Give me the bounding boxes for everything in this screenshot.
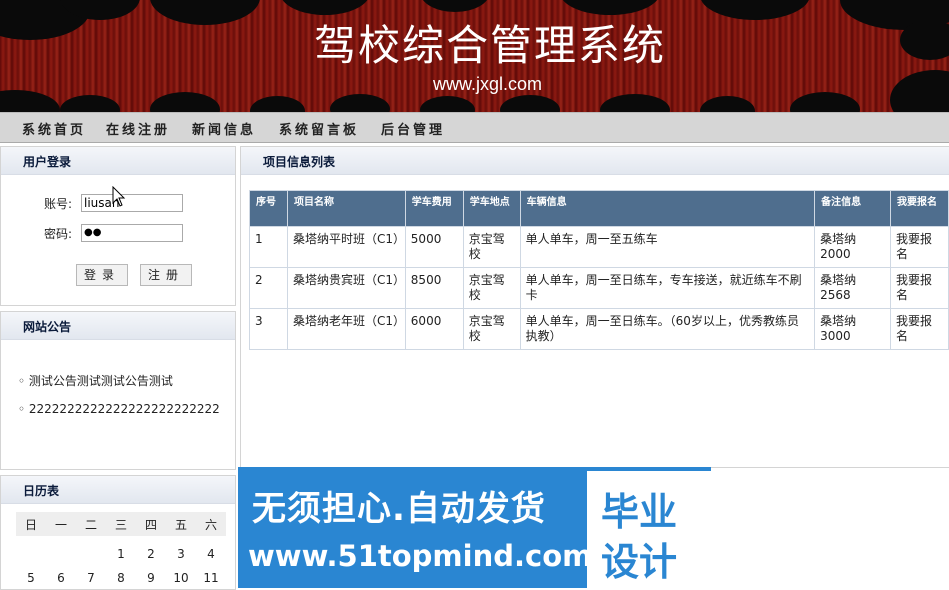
register-button[interactable]: 注册 bbox=[140, 264, 192, 286]
calendar-day[interactable]: 1 bbox=[106, 547, 136, 561]
cell-name: 桑塔纳贵宾班（C1） bbox=[286, 267, 406, 309]
nav-guestbook[interactable]: 系统留言板 bbox=[279, 119, 359, 138]
cell-index: 3 bbox=[249, 308, 288, 350]
weekday-sat: 六 bbox=[204, 518, 217, 532]
col-header-index: 序号 bbox=[249, 190, 288, 227]
password-input[interactable]: ●● bbox=[81, 224, 183, 242]
notice-panel: 网站公告 ◦ 测试公告测试测试公告测试 ◦ 222222222222222222… bbox=[0, 311, 236, 470]
calendar-day[interactable]: 8 bbox=[106, 571, 136, 585]
notice-panel-header: 网站公告 bbox=[1, 312, 235, 340]
col-header-signup: 我要报名 bbox=[890, 190, 949, 227]
col-header-location: 学车地点 bbox=[462, 190, 521, 227]
calendar-day[interactable]: 11 bbox=[196, 571, 226, 585]
table-row: 2 桑塔纳贵宾班（C1） 8500 京宝驾校 单人单车，周一至日练车，专车接送，… bbox=[249, 267, 949, 309]
login-title: 用户登录 bbox=[23, 155, 72, 169]
table-header-row: 序号 项目名称 学车费用 学车地点 车辆信息 备注信息 我要报名 bbox=[249, 190, 949, 227]
calendar-day[interactable]: 10 bbox=[166, 571, 196, 585]
ad-banner[interactable]: 无须担心.自动发货 www.51topmind.com 毕业 设计 bbox=[238, 467, 711, 588]
main-nav: 系统首页 在线注册 新闻信息 系统留言板 后台管理 bbox=[0, 112, 949, 143]
calendar-day[interactable]: 2 bbox=[136, 547, 166, 561]
cell-location: 京宝驾校 bbox=[462, 308, 521, 350]
cell-location: 京宝驾校 bbox=[462, 226, 521, 268]
cell-fee: 5000 bbox=[404, 226, 464, 268]
cursor-icon bbox=[112, 186, 126, 207]
login-button[interactable]: 登录 bbox=[76, 264, 128, 286]
site-title: 驾校综合管理系统 bbox=[313, 21, 666, 70]
cell-remark: 桑塔纳2000 bbox=[814, 226, 892, 268]
cell-location: 京宝驾校 bbox=[462, 267, 521, 309]
ad-logo-line1: 毕业 bbox=[601, 490, 678, 534]
cell-fee: 6000 bbox=[404, 308, 464, 350]
ad-url: www.51topmind.com bbox=[248, 539, 593, 573]
project-list-title: 项目信息列表 bbox=[263, 155, 336, 169]
signup-link[interactable]: 我要报名 bbox=[890, 226, 949, 268]
weekday-thu: 四 bbox=[144, 518, 157, 532]
cell-remark: 桑塔纳3000 bbox=[814, 308, 892, 350]
account-label: 账号: bbox=[44, 197, 73, 211]
col-header-name: 项目名称 bbox=[286, 190, 406, 227]
col-header-fee: 学车费用 bbox=[404, 190, 464, 227]
weekday-tue: 二 bbox=[84, 518, 97, 532]
table-row: 3 桑塔纳老年班（C1） 6000 京宝驾校 单人单车，周一至日练车。（60岁以… bbox=[249, 308, 949, 350]
calendar-title: 日历表 bbox=[23, 484, 60, 498]
notice-title: 网站公告 bbox=[23, 320, 72, 334]
password-label: 密码: bbox=[44, 227, 73, 241]
notice-item[interactable]: ◦ 2222222222222222222222222 bbox=[18, 402, 220, 416]
nav-admin[interactable]: 后台管理 bbox=[381, 119, 445, 138]
notice-item[interactable]: ◦ 测试公告测试测试公告测试 bbox=[18, 372, 173, 389]
cell-vehicle: 单人单车，周一至日练车，专车接送，就近练车不刷卡 bbox=[519, 267, 816, 309]
cell-remark: 桑塔纳2568 bbox=[814, 267, 892, 309]
cell-name: 桑塔纳平时班（C1） bbox=[286, 226, 406, 268]
table-row: 1 桑塔纳平时班（C1） 5000 京宝驾校 单人单车，周一至五练车 桑塔纳20… bbox=[249, 226, 949, 268]
weekday-wed: 三 bbox=[114, 518, 127, 532]
account-input[interactable]: liusan bbox=[81, 194, 183, 212]
nav-home[interactable]: 系统首页 bbox=[22, 119, 86, 138]
nav-register[interactable]: 在线注册 bbox=[106, 119, 170, 138]
cell-vehicle: 单人单车，周一至日练车。（60岁以上，优秀教练员执教） bbox=[519, 308, 816, 350]
cell-index: 2 bbox=[249, 267, 288, 309]
ad-logo-line2: 设计 bbox=[601, 540, 678, 584]
col-header-remark: 备注信息 bbox=[814, 190, 892, 227]
signup-link[interactable]: 我要报名 bbox=[890, 308, 949, 350]
ad-slogan: 无须担心.自动发货 bbox=[252, 489, 546, 529]
weekday-sun: 日 bbox=[24, 518, 37, 532]
signup-link[interactable]: 我要报名 bbox=[890, 267, 949, 309]
project-panel-header: 项目信息列表 bbox=[241, 147, 949, 175]
weekday-fri: 五 bbox=[174, 518, 187, 532]
cell-name: 桑塔纳老年班（C1） bbox=[286, 308, 406, 350]
weekday-mon: 一 bbox=[54, 518, 67, 532]
cell-fee: 8500 bbox=[404, 267, 464, 309]
calendar-day[interactable]: 4 bbox=[196, 547, 226, 561]
project-table: 序号 项目名称 学车费用 学车地点 车辆信息 备注信息 我要报名 1 桑塔纳平时… bbox=[249, 190, 949, 350]
login-panel-header: 用户登录 bbox=[1, 147, 235, 175]
calendar-day[interactable]: 6 bbox=[46, 571, 76, 585]
site-url: www.jxgl.com bbox=[432, 74, 543, 94]
ad-logo-box: 毕业 设计 bbox=[587, 471, 711, 588]
nav-news[interactable]: 新闻信息 bbox=[192, 119, 256, 138]
cell-index: 1 bbox=[249, 226, 288, 268]
calendar-day[interactable]: 9 bbox=[136, 571, 166, 585]
header-banner: 驾校综合管理系统 www.jxgl.com bbox=[0, 0, 949, 112]
calendar-day[interactable]: 7 bbox=[76, 571, 106, 585]
calendar-day[interactable]: 3 bbox=[166, 547, 196, 561]
login-panel: 用户登录 账号: liusan 密码: ●● 登录 注册 bbox=[0, 146, 236, 306]
cell-vehicle: 单人单车，周一至五练车 bbox=[519, 226, 816, 268]
calendar-panel-header: 日历表 bbox=[1, 476, 235, 504]
calendar-day[interactable]: 5 bbox=[16, 571, 46, 585]
col-header-vehicle: 车辆信息 bbox=[519, 190, 816, 227]
